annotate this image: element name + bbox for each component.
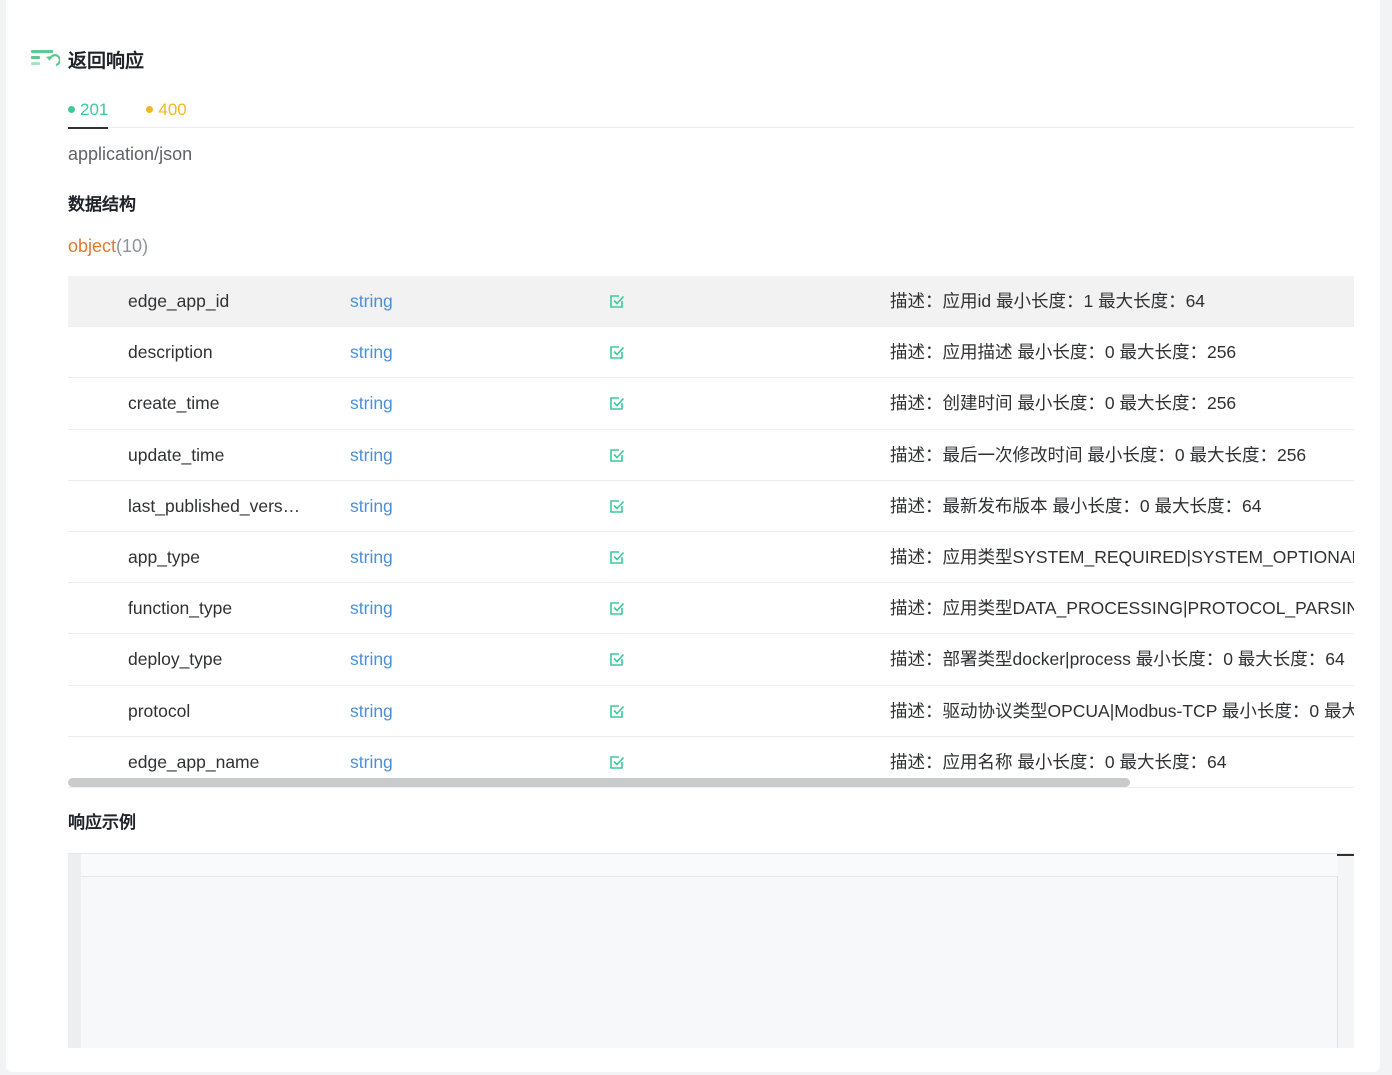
table-row: last_published_vers… string 描述：最新发布版本 最小长度…	[68, 481, 1354, 532]
tab-label: 201	[80, 99, 109, 119]
field-type: string	[350, 393, 393, 414]
field-name: create_time	[128, 393, 220, 414]
object-count: (10)	[116, 236, 149, 256]
field-type: string	[350, 342, 393, 363]
field-name: description	[128, 342, 213, 363]
example-title: 响应示例	[68, 813, 136, 833]
field-description: 描述：应用id 最小长度：1 最大长度：64	[890, 291, 1206, 311]
editor-line	[81, 854, 1338, 877]
status-tabs: 201 400	[68, 92, 1354, 129]
required-check-icon	[608, 481, 628, 531]
field-type: string	[350, 546, 393, 567]
field-description: 描述：最新发布版本 最小长度：0 最大长度：64	[890, 495, 1262, 516]
required-check-icon	[608, 378, 628, 428]
required-check-icon	[608, 276, 628, 326]
field-name: update_time	[128, 444, 225, 465]
required-check-icon	[608, 583, 628, 633]
response-return-icon	[31, 50, 60, 67]
table-row: create_time string 描述：创建时间 最小长度：0 最大长度：256	[68, 378, 1354, 430]
field-name: app_type	[128, 546, 201, 567]
required-check-icon	[608, 430, 628, 480]
field-name: function_type	[128, 598, 233, 619]
field-type: string	[350, 444, 393, 465]
object-summary: object(10)	[68, 236, 148, 257]
tab-201[interactable]: 201	[68, 92, 109, 129]
tab-label: 400	[158, 99, 187, 119]
field-name: protocol	[128, 700, 191, 721]
section-header: 返回响应	[30, 44, 144, 74]
field-description: 描述：驱动协议类型OPCUA|Modbus-TCP 最小长度：0 最大	[890, 700, 1354, 721]
editor-corner-mark	[1337, 854, 1354, 856]
field-name: edge_app_id	[128, 291, 230, 311]
fields-table: edge_app_id string 描述：应用id 最小长度：1 最大长度：64 d…	[68, 276, 1354, 788]
field-description: 描述：应用类型SYSTEM_REQUIRED|SYSTEM_OPTIONAL	[890, 546, 1354, 567]
table-row: deploy_type string 描述：部署类型docker|process 最…	[68, 634, 1354, 686]
table-row: edge_app_id string 描述：应用id 最小长度：1 最大长度：64	[68, 276, 1354, 328]
field-description: 描述：应用描述 最小长度：0 最大长度：256	[890, 342, 1237, 363]
response-example-editor[interactable]	[68, 853, 1354, 1048]
editor-gutter	[68, 854, 81, 1048]
response-card: 返回响应 201 400 application/json 数据结构 objec…	[6, 0, 1380, 1072]
content-type: application/json	[68, 144, 193, 164]
field-description: 描述：应用类型DATA_PROCESSING|PROTOCOL_PARSING	[890, 598, 1354, 619]
required-check-icon	[608, 327, 628, 377]
status-dot-icon	[146, 106, 154, 113]
field-type: string	[350, 700, 393, 721]
required-check-icon	[608, 634, 628, 684]
field-name: last_published_vers…	[128, 495, 301, 516]
field-description: 描述：最后一次修改时间 最小长度：0 最大长度：256	[890, 444, 1307, 465]
table-row: function_type string 描述：应用类型DATA_PROCESSIN…	[68, 583, 1354, 635]
field-type: string	[350, 649, 393, 670]
editor-code-area[interactable]	[81, 854, 1338, 1048]
field-type: string	[350, 291, 393, 311]
required-check-icon	[608, 532, 628, 582]
field-description: 描述：创建时间 最小长度：0 最大长度：256	[890, 393, 1237, 414]
field-type: string	[350, 495, 393, 516]
required-check-icon	[608, 686, 628, 736]
field-description: 描述：部署类型docker|process 最小长度：0 最大长度：64	[890, 649, 1345, 670]
field-name: deploy_type	[128, 649, 223, 670]
object-type: object	[68, 236, 117, 256]
table-row: protocol string 描述：驱动协议类型OPCUA|Modbus-TCP …	[68, 686, 1354, 737]
data-structure-title: 数据结构	[68, 195, 136, 215]
tab-400[interactable]: 400	[146, 92, 187, 127]
horizontal-scrollbar[interactable]	[68, 778, 1130, 787]
section-title: 返回响应	[68, 49, 145, 72]
table-row: update_time string 描述：最后一次修改时间 最小长度：0 最大长度…	[68, 430, 1354, 481]
field-type: string	[350, 598, 393, 619]
table-row: app_type string 描述：应用类型SYSTEM_REQUIRED|SYS…	[68, 532, 1354, 584]
status-dot-icon	[68, 106, 75, 113]
table-row: description string 描述：应用描述 最小长度：0 最大长度：256	[68, 327, 1354, 379]
